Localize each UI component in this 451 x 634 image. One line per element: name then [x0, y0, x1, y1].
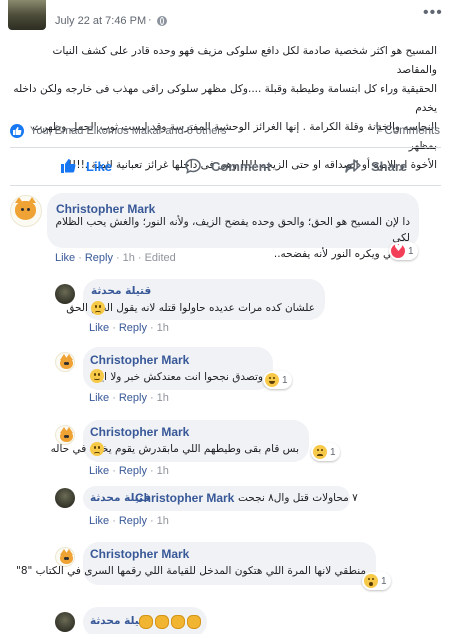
thumbs-up-icon: [61, 159, 76, 173]
reply-text: بس قام بقى وطيطهم اللي مابقدرش يقوم يخلي…: [50, 443, 299, 455]
reply-author[interactable]: Christopher Mark: [90, 425, 189, 439]
reply-age[interactable]: 1h: [157, 465, 169, 477]
reply-reaction-badge[interactable]: 1: [362, 572, 391, 590]
reply-bubble: Christopher Mark وتصدق نجحوا انت معندكش …: [83, 347, 273, 390]
reaction-count: 1: [330, 446, 336, 458]
smiley-emoji-icon: [90, 369, 104, 383]
commenter-avatar[interactable]: [55, 352, 75, 372]
reply-like-link[interactable]: Like: [89, 392, 109, 404]
divider: [10, 147, 441, 148]
sad-reaction-icon: [313, 445, 327, 459]
commenter-avatar[interactable]: [55, 612, 75, 632]
reply-like-link[interactable]: Like: [89, 322, 109, 334]
reply-author[interactable]: Christopher Mark: [90, 353, 189, 367]
comment-label: Comment: [211, 158, 271, 174]
sad-face-emoji-icon: [91, 301, 105, 315]
reply-like-link[interactable]: Like: [89, 515, 109, 527]
post-author-avatar[interactable]: [8, 0, 46, 30]
reply-reply-link[interactable]: Reply: [119, 465, 147, 477]
reply-author[interactable]: Christopher Mark: [90, 547, 189, 561]
comment-meta: Like · Reply · 1h · Edited: [55, 252, 176, 264]
reply-like-link[interactable]: Like: [89, 465, 109, 477]
share-label: Share: [371, 158, 408, 174]
comment-line: دا لإن المسيح هو الحق؛ والحق وحده يفضح ا…: [55, 216, 410, 244]
comment-button[interactable]: Comment: [185, 149, 271, 183]
reply-author[interactable]: قتيلة محدثة: [91, 285, 151, 297]
reactions-text[interactable]: You, Emad Elkomos Makar and 6 others: [30, 125, 226, 137]
post-timestamp[interactable]: July 22 at 7:46 PM: [55, 15, 146, 27]
reply-bubble: Christopher Mark منطقي لانها المرة اللي …: [16, 542, 376, 585]
reply-age[interactable]: 1h: [157, 515, 169, 527]
reply-text: منطقي لانها المرة اللي هتكون المدخل للقي…: [15, 565, 366, 577]
reply-meta: Like · Reply · 1h: [89, 515, 169, 527]
reply-age[interactable]: 1h: [157, 392, 169, 404]
clapping-hands-emoji-icon: [139, 615, 153, 629]
reply-meta: Like · Reply · 1h: [89, 322, 169, 334]
comment-like-link[interactable]: Like: [55, 252, 75, 264]
post-header: July 22 at 7:46 PM · •••: [0, 0, 451, 36]
post-line: الحقيقية وراء كل ابتسامة وطيطبة وقبلة ..…: [13, 83, 437, 114]
share-icon: [345, 159, 361, 173]
reply-age[interactable]: 1h: [157, 322, 169, 334]
reaction-count: 1: [408, 245, 414, 257]
post-actions: Like Comment Share: [10, 149, 441, 183]
love-reaction-icon: [391, 243, 405, 258]
reply-text: وتصدق نجحوا انت معندكش خبر ولا ايه؟: [89, 371, 263, 383]
comment-reaction-badge[interactable]: 1: [389, 242, 418, 260]
sad-face-emoji-icon: [90, 442, 104, 456]
separator-dot: ·: [148, 14, 152, 26]
commenter-avatar[interactable]: [10, 195, 42, 227]
reactions-summary: You, Emad Elkomos Makar and 6 others 7 C…: [10, 122, 440, 140]
comment-age[interactable]: 1h: [123, 252, 135, 264]
share-button[interactable]: Share: [345, 149, 407, 183]
commenter-avatar[interactable]: [55, 488, 75, 508]
reply-bubble: قتيلة محدثة علشان كده مرات عديده حاولوا …: [66, 279, 325, 320]
clapping-hands-emoji-icon: [171, 615, 185, 629]
divider: [10, 185, 441, 186]
like-reaction-icon: [10, 124, 24, 138]
mention-link[interactable]: Christopher Mark: [135, 491, 234, 505]
globe-icon: [157, 16, 167, 26]
like-label: Like: [86, 158, 113, 174]
reply-bubble: Christopher Mark بس قام بقى وطيطهم اللي …: [51, 420, 309, 462]
like-button[interactable]: Like: [60, 149, 112, 183]
reaction-count: 1: [381, 575, 387, 587]
clapping-hands-emoji-icon: [187, 615, 201, 629]
post-line: المسيح هو اكثر شخصية صادمة لكل دافع سلوك…: [52, 45, 438, 76]
reply-meta: Like · Reply · 1h: [89, 465, 169, 477]
comment-bubble: Christopher Mark دا لإن المسيح هو الحق؛ …: [47, 193, 419, 260]
reply-reaction-badge[interactable]: 1: [263, 371, 292, 389]
comments-count[interactable]: 7 Comments: [375, 125, 440, 137]
reaction-count: 1: [282, 374, 288, 386]
comment-reply-link[interactable]: Reply: [85, 252, 113, 264]
comment-icon: [185, 158, 201, 174]
post-options-menu[interactable]: •••: [423, 4, 443, 22]
reply-meta: Like · Reply · 1h: [89, 392, 169, 404]
clapping-hands-emoji-icon: [155, 615, 169, 629]
reply-reply-link[interactable]: Reply: [119, 392, 147, 404]
reply-reply-link[interactable]: Reply: [119, 515, 147, 527]
reply-text: ٧ محاولات قتل وال٨ نجحت: [238, 492, 358, 504]
haha-reaction-icon: [265, 373, 279, 387]
reply-bubble: قتيلة محدثة: [83, 607, 207, 634]
comment-edited-label[interactable]: Edited: [145, 252, 176, 264]
reply-bubble: قتيلة محدثة Christopher Mark ٧ محاولات ق…: [83, 486, 358, 511]
wow-reaction-icon: [364, 574, 378, 588]
reply-reaction-badge[interactable]: 1: [311, 443, 340, 461]
reply-reply-link[interactable]: Reply: [119, 322, 147, 334]
